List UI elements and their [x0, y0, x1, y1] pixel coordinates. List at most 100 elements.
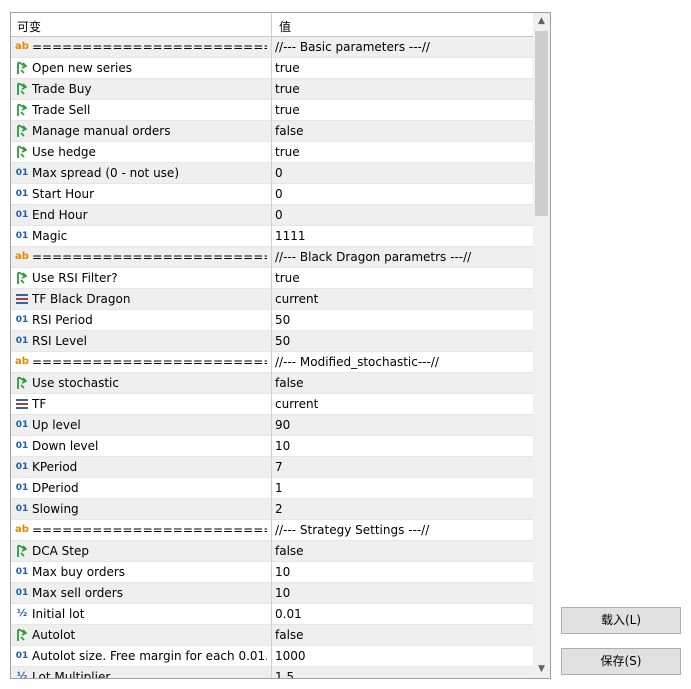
int-type-icon: 01 — [15, 651, 29, 661]
parameter-row[interactable]: ab============================= //--- Bla… — [11, 247, 534, 268]
parameter-row[interactable]: 01 Max spread (0 - not use) 0 — [11, 163, 534, 184]
parameter-row[interactable]: 01 Start Hour 0 — [11, 184, 534, 205]
parameter-row[interactable]: 01 RSI Level 50 — [11, 331, 534, 352]
inputs-grid[interactable]: 可变 值 ab=============================//--… — [10, 12, 551, 679]
vertical-scrollbar[interactable]: ▲ ▼ — [533, 13, 550, 678]
parameter-value[interactable]: 2 — [275, 502, 283, 516]
parameter-row[interactable]: Open new series true — [11, 58, 534, 79]
enum-type-icon — [15, 397, 29, 411]
cell-divider — [271, 58, 272, 79]
parameter-name: TF Black Dragon — [32, 292, 131, 306]
parameter-row[interactable]: 01 DPeriod 1 — [11, 478, 534, 499]
scroll-up-arrow-icon[interactable]: ▲ — [533, 13, 550, 30]
parameter-value[interactable]: 1 — [275, 481, 283, 495]
parameter-row[interactable]: 01 Down level 10 — [11, 436, 534, 457]
parameter-row[interactable]: 01 Slowing 2 — [11, 499, 534, 520]
parameter-value[interactable]: true — [275, 61, 300, 75]
parameter-value[interactable]: true — [275, 82, 300, 96]
parameter-name: DCA Step — [32, 544, 89, 558]
parameter-row[interactable]: DCA Step false — [11, 541, 534, 562]
parameter-value[interactable]: 0 — [275, 187, 283, 201]
parameter-value[interactable]: 1.5 — [275, 670, 294, 678]
parameter-row[interactable]: 01 Max buy orders 10 — [11, 562, 534, 583]
parameter-row[interactable]: Trade Buy true — [11, 79, 534, 100]
parameter-value[interactable]: 0.01 — [275, 607, 302, 621]
parameter-row[interactable]: 01 Max sell orders 10 — [11, 583, 534, 604]
load-button[interactable]: 载入(L) — [561, 607, 681, 634]
cell-divider — [271, 163, 272, 184]
column-header-name[interactable]: 可变 — [17, 18, 41, 35]
cell-divider — [271, 310, 272, 331]
parameter-value[interactable]: //--- Modified_stochastic---// — [275, 355, 439, 369]
cell-divider — [271, 352, 272, 373]
parameter-row[interactable]: 01 Up level 90 — [11, 415, 534, 436]
parameter-value[interactable]: 90 — [275, 418, 290, 432]
parameter-value[interactable]: current — [275, 397, 318, 411]
parameter-row[interactable]: ½ Lot Multiplier 1.5 — [11, 667, 534, 679]
grid-rows: ab=============================//--- Bas… — [11, 37, 534, 679]
parameter-value[interactable]: true — [275, 103, 300, 117]
parameter-value[interactable]: //--- Black Dragon parametrs ---// — [275, 250, 471, 264]
parameter-row[interactable]: Trade Sell true — [11, 100, 534, 121]
parameter-value[interactable]: 0 — [275, 166, 283, 180]
parameter-row[interactable]: Manage manual orders false — [11, 121, 534, 142]
cell-divider — [271, 604, 272, 625]
parameter-name: Trade Buy — [32, 82, 92, 96]
parameter-row[interactable]: Autolot false — [11, 625, 534, 646]
cell-divider — [271, 37, 272, 58]
parameter-row[interactable]: TF current — [11, 394, 534, 415]
parameter-value[interactable]: 10 — [275, 586, 290, 600]
int-type-icon: 01 — [15, 420, 29, 430]
parameter-row[interactable]: ab============================= //--- Bas… — [11, 37, 534, 58]
parameter-name: Slowing — [32, 502, 79, 516]
parameter-value[interactable]: //--- Basic parameters ---// — [275, 40, 430, 54]
parameter-value[interactable]: 0 — [275, 208, 283, 222]
parameter-value[interactable]: false — [275, 544, 304, 558]
parameter-row[interactable]: TF Black Dragon current — [11, 289, 534, 310]
parameter-row[interactable]: Use stochastic false — [11, 373, 534, 394]
parameter-row[interactable]: 01 KPeriod 7 — [11, 457, 534, 478]
parameter-row[interactable]: 01 Autolot size. Free margin for each 0.0… — [11, 646, 534, 667]
parameter-row[interactable]: 01 RSI Period 50 — [11, 310, 534, 331]
parameter-value[interactable]: 10 — [275, 439, 290, 453]
int-type-icon: 01 — [15, 462, 29, 472]
parameter-value[interactable]: true — [275, 271, 300, 285]
parameter-name: RSI Level — [32, 334, 87, 348]
parameter-name: Autolot size. Free margin for each 0.01.… — [32, 649, 267, 663]
parameter-row[interactable]: ½ Initial lot 0.01 — [11, 604, 534, 625]
parameter-value[interactable]: 7 — [275, 460, 283, 474]
cell-divider — [271, 373, 272, 394]
cell-divider — [271, 457, 272, 478]
int-type-icon: 01 — [15, 210, 29, 220]
parameter-value[interactable]: false — [275, 376, 304, 390]
int-type-icon: 01 — [15, 567, 29, 577]
parameter-value[interactable]: 1000 — [275, 649, 306, 663]
parameter-name: Lot Multiplier — [32, 670, 111, 679]
parameter-value[interactable]: 1111 — [275, 229, 306, 243]
parameter-row[interactable]: Use RSI Filter? true — [11, 268, 534, 289]
bool-type-icon — [15, 376, 29, 390]
parameter-row[interactable]: ab============================= //--- Str… — [11, 520, 534, 541]
parameter-value[interactable]: 10 — [275, 565, 290, 579]
scroll-down-arrow-icon[interactable]: ▼ — [533, 661, 550, 678]
parameter-name: ============================= — [32, 250, 267, 264]
parameter-row[interactable]: ab============================= //--- Mod… — [11, 352, 534, 373]
scroll-thumb[interactable] — [535, 31, 548, 216]
bool-type-icon — [15, 124, 29, 138]
parameter-row[interactable]: Use hedge true — [11, 142, 534, 163]
parameter-row[interactable]: 01 Magic 1111 — [11, 226, 534, 247]
parameter-value[interactable]: false — [275, 628, 304, 642]
parameter-value[interactable]: 50 — [275, 334, 290, 348]
column-header-value[interactable]: 值 — [279, 18, 291, 35]
parameter-value[interactable]: false — [275, 124, 304, 138]
parameter-name: End Hour — [32, 208, 88, 222]
parameter-value[interactable]: true — [275, 145, 300, 159]
parameter-value[interactable]: 50 — [275, 313, 290, 327]
parameter-name: Trade Sell — [32, 103, 91, 117]
parameter-value[interactable]: //--- Strategy Settings ---// — [275, 523, 429, 537]
parameter-row[interactable]: 01 End Hour 0 — [11, 205, 534, 226]
column-divider[interactable] — [271, 13, 272, 36]
parameter-value[interactable]: current — [275, 292, 318, 306]
cell-divider — [271, 268, 272, 289]
save-button[interactable]: 保存(S) — [561, 648, 681, 675]
